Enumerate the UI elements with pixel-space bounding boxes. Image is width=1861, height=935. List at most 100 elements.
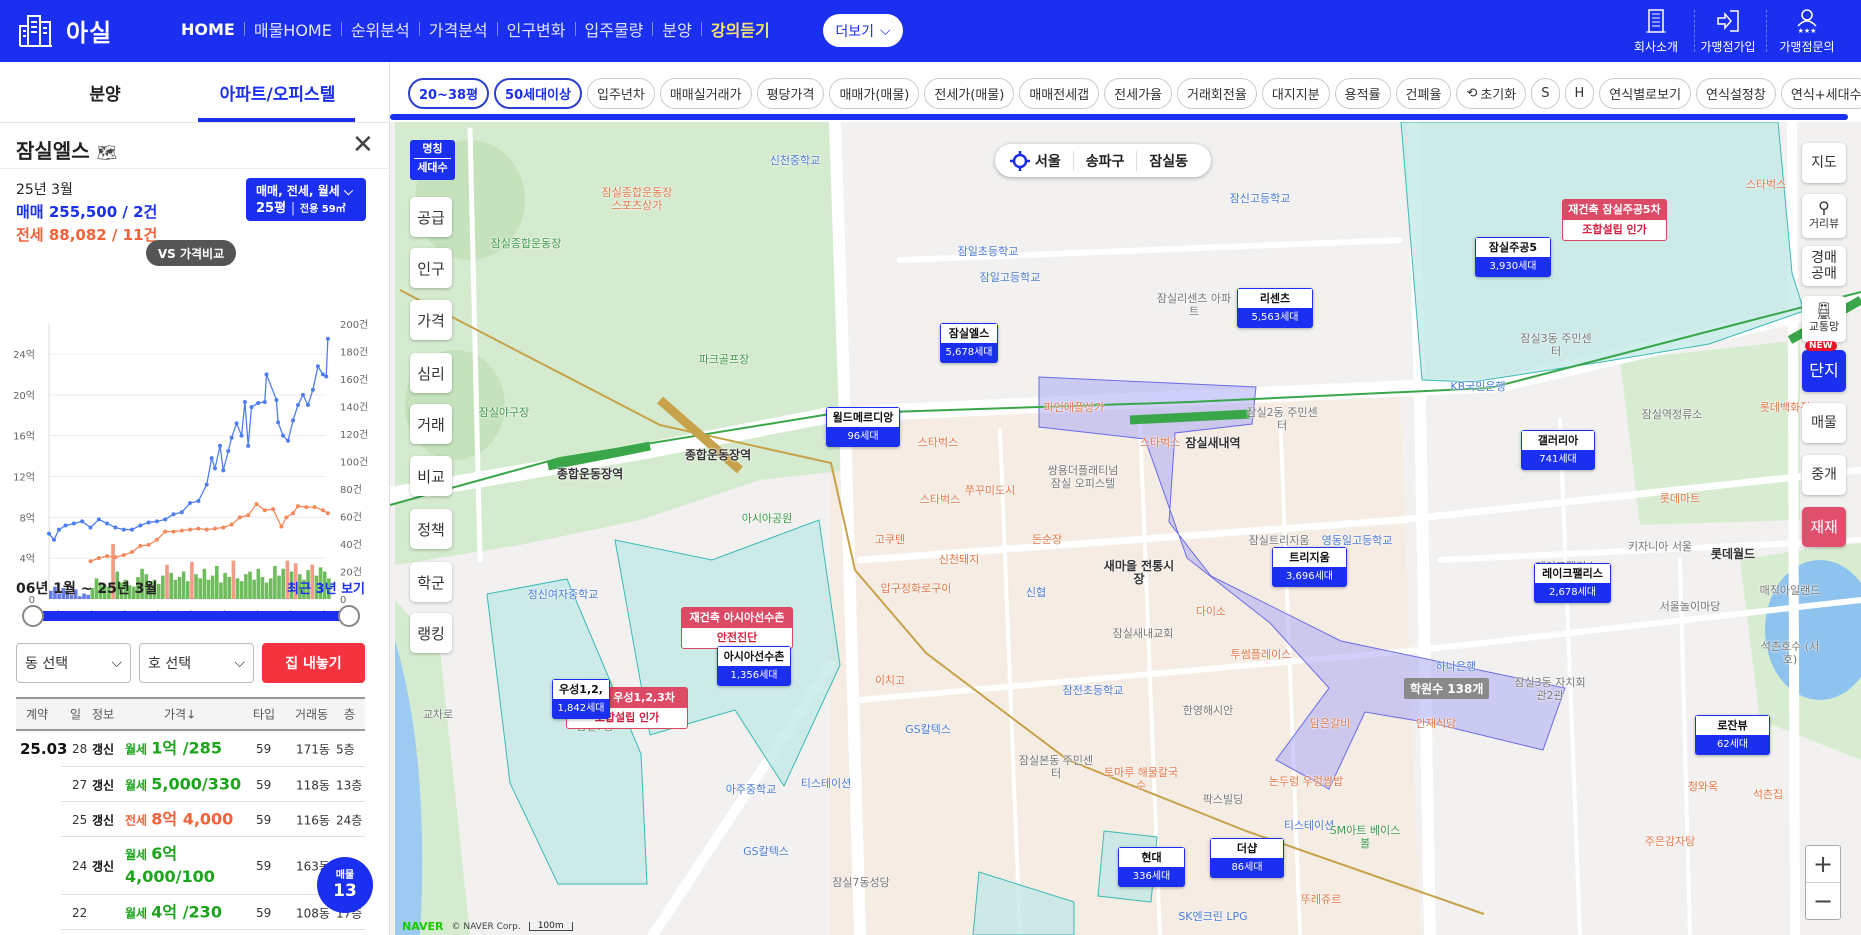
map-place-label[interactable]: 압구정화로구이 bbox=[881, 582, 952, 595]
map-icon[interactable]: 🗺︎ bbox=[97, 143, 117, 162]
map-place-label[interactable]: 고쿠텐 bbox=[875, 533, 905, 546]
rail-school[interactable]: 학군 bbox=[410, 562, 452, 602]
col-info[interactable]: 정보 bbox=[92, 706, 114, 723]
listing-count-button[interactable]: 매물 13 bbox=[317, 857, 373, 913]
map-place-label[interactable]: 한영해시안 bbox=[1183, 704, 1234, 717]
slider-end-handle[interactable] bbox=[338, 605, 360, 627]
map-place-label[interactable]: 잠실종합운동장 스포츠상가 bbox=[597, 186, 677, 212]
map-place-label[interactable]: 잠실역정류소 bbox=[1642, 408, 1703, 421]
map-place-label[interactable]: 석촌호수 (서호) bbox=[1755, 640, 1826, 666]
map-place-label[interactable]: 신협 bbox=[1026, 586, 1046, 599]
rail-map[interactable]: 지도 bbox=[1802, 143, 1846, 183]
rail-ranking[interactable]: 랭킹 bbox=[410, 613, 452, 653]
chip-households[interactable]: 50세대이상 bbox=[494, 78, 582, 109]
nav-ranking[interactable]: 순위분석 bbox=[342, 17, 419, 41]
complex-marker[interactable]: 리센츠 5,563세대 bbox=[1237, 288, 1313, 328]
map-place-label[interactable]: 신천돼지 bbox=[939, 553, 979, 566]
academy-count-badge[interactable]: 학원수 138개 bbox=[1404, 678, 1490, 699]
map-place-label[interactable]: 파크골프장 bbox=[699, 353, 750, 366]
map-place-label[interactable]: 롯데월드 bbox=[1711, 548, 1755, 561]
ho-select[interactable]: 호 선택 ⌵ bbox=[139, 643, 254, 683]
reset-button[interactable]: ⟲ 초기화 bbox=[1456, 78, 1527, 109]
map-place-label[interactable]: 청와옥 bbox=[1688, 780, 1718, 793]
map-place-label[interactable]: 돈순장 bbox=[1032, 533, 1062, 546]
map-place-label[interactable]: 잠실3동 자치회관2관 bbox=[1510, 676, 1590, 702]
chip-size[interactable]: 20~38평 bbox=[408, 78, 490, 109]
map-place-label[interactable]: 롯데마트 bbox=[1660, 492, 1700, 505]
map-place-label[interactable]: 종합운동장역 bbox=[685, 449, 751, 462]
map-place-label[interactable]: 잠실종합운동장 bbox=[491, 237, 562, 250]
date-range-slider[interactable] bbox=[33, 611, 350, 621]
map-place-label[interactable]: 투썸플레이스 bbox=[1231, 648, 1292, 661]
complex-marker[interactable]: 잠실주공5 3,930세대 bbox=[1475, 237, 1551, 277]
map-place-label[interactable]: 정신여자중학교 bbox=[528, 588, 599, 601]
map-place-label[interactable]: 영동일고등학교 bbox=[1322, 534, 1393, 547]
col-floor[interactable]: 층 bbox=[344, 706, 355, 723]
rail-policy[interactable]: 정책 bbox=[410, 509, 452, 549]
map-place-label[interactable]: 석촌집 bbox=[1753, 788, 1783, 801]
chip-far[interactable]: 용적률 bbox=[1334, 78, 1391, 109]
complex-marker[interactable]: 레이크팰리스 2,678세대 bbox=[1534, 563, 1611, 603]
rail-transit[interactable]: 🚆︎ 교통망 bbox=[1802, 296, 1846, 342]
rail-auction[interactable]: 경매 공매 bbox=[1802, 246, 1846, 286]
map-place-label[interactable]: 토마루 해물칼국수 bbox=[1101, 766, 1181, 792]
chip-gap[interactable]: 매매전세갭 bbox=[1019, 78, 1100, 109]
nav-presale[interactable]: 분양 bbox=[653, 17, 700, 41]
chip-turnover[interactable]: 거래회전율 bbox=[1177, 78, 1257, 109]
map-place-label[interactable]: 새마을 전통시장 bbox=[1099, 560, 1179, 586]
franchise-join-button[interactable]: 가맹점가입 bbox=[1690, 8, 1766, 55]
chip-sale-price[interactable]: 매매실거래가 bbox=[659, 78, 752, 109]
chip-jeonse-listing[interactable]: 전세가(매물) bbox=[924, 78, 1015, 109]
rail-complex[interactable]: 단지 bbox=[1802, 350, 1846, 392]
location-city[interactable]: 서울 bbox=[1031, 151, 1073, 171]
complex-marker[interactable]: 더샵 86세대 bbox=[1210, 838, 1284, 878]
rebuild-marker[interactable]: 재건축 잠실주공5차 조합설립 인가 bbox=[1562, 199, 1667, 241]
map-place-label[interactable]: 스타벅스 bbox=[1140, 436, 1180, 449]
map-place-label[interactable]: 잠일초등학교 bbox=[958, 245, 1019, 258]
list-house-button[interactable]: 집 내놓기 bbox=[262, 643, 365, 683]
map-place-label[interactable]: 스타벅스 bbox=[918, 436, 958, 449]
filter-scrollbar[interactable] bbox=[390, 114, 1848, 120]
map-place-label[interactable]: 안재식당 bbox=[1416, 717, 1456, 730]
map-place-label[interactable]: 스타벅스 bbox=[920, 493, 960, 506]
table-row[interactable]: 25 갱신 전세 8억 4,000 59 116동 24층 bbox=[16, 802, 365, 837]
table-row[interactable]: 24 갱신 월세 6억 4,000/100 59 163동 bbox=[16, 837, 365, 895]
map-place-label[interactable]: 잠실야구장 bbox=[479, 406, 530, 419]
map-place-label[interactable]: GS칼텍스 bbox=[905, 723, 951, 736]
rail-redevelopment[interactable]: 재재 bbox=[1802, 507, 1846, 547]
chip-by-year[interactable]: 연식별로보기 bbox=[1599, 78, 1692, 109]
map-place-label[interactable]: 종합운동장역 bbox=[557, 468, 623, 481]
franchise-inquiry-button[interactable]: ★★★ 가맹점문의 bbox=[1769, 8, 1845, 55]
location-district[interactable]: 송파구 bbox=[1072, 150, 1137, 171]
chip-pyeong-price[interactable]: 평당가격 bbox=[756, 78, 825, 109]
col-contract[interactable]: 계약 bbox=[26, 706, 48, 723]
complex-marker[interactable]: 갤러리아 741세대 bbox=[1521, 430, 1595, 470]
map-place-label[interactable]: 논두렁 우렁쌈밥 bbox=[1269, 775, 1343, 788]
chip-jeonse-ratio[interactable]: 전세가율 bbox=[1104, 78, 1172, 109]
rail-population[interactable]: 인구 bbox=[410, 248, 452, 288]
slider-start-handle[interactable] bbox=[22, 605, 44, 627]
recent-3y-link[interactable]: 최근 3년 보기 bbox=[287, 578, 365, 597]
chip-h[interactable]: H bbox=[1564, 78, 1595, 109]
complex-marker[interactable]: 로잔뷰 62세대 bbox=[1695, 715, 1770, 755]
chip-sale-listing[interactable]: 매매가(매물) bbox=[829, 78, 920, 109]
tab-apartment[interactable]: 아파트/오피스텔 bbox=[180, 62, 375, 122]
map-place-label[interactable]: 파인애플상가 bbox=[1044, 401, 1105, 414]
rail-supply[interactable]: 공급 bbox=[410, 197, 452, 237]
map-place-label[interactable]: 잠실2동 주민센터 bbox=[1242, 406, 1322, 432]
map-place-label[interactable]: 잠신고등학교 bbox=[1230, 192, 1291, 205]
complex-marker[interactable]: 우성1,2, 1,842세대 bbox=[552, 679, 610, 719]
rail-compare[interactable]: 비교 bbox=[410, 456, 452, 496]
map-place-label[interactable]: KB국민은행 bbox=[1450, 380, 1505, 393]
complex-marker[interactable]: 아시아선수촌 1,356세대 bbox=[717, 646, 791, 686]
map-place-label[interactable]: SK엔크린 LPG bbox=[1178, 910, 1247, 923]
map-place-label[interactable]: 하나은행 bbox=[1436, 660, 1476, 673]
chip-bcr[interactable]: 건폐율 bbox=[1395, 78, 1452, 109]
company-intro-button[interactable]: 회사소개 bbox=[1618, 8, 1694, 55]
trade-type-dropdown[interactable]: 매매, 전세, 월세 ⌵ 25평 | 전용 59㎡ bbox=[246, 178, 366, 221]
map-place-label[interactable]: 신천중학교 bbox=[770, 154, 821, 167]
complex-marker[interactable]: 현대 336세대 bbox=[1118, 847, 1185, 887]
map-place-label[interactable]: 서울놀이마당 bbox=[1660, 600, 1721, 613]
map-place-label[interactable]: 잠실새내역 bbox=[1185, 437, 1240, 450]
col-day[interactable]: 일 bbox=[70, 706, 81, 723]
